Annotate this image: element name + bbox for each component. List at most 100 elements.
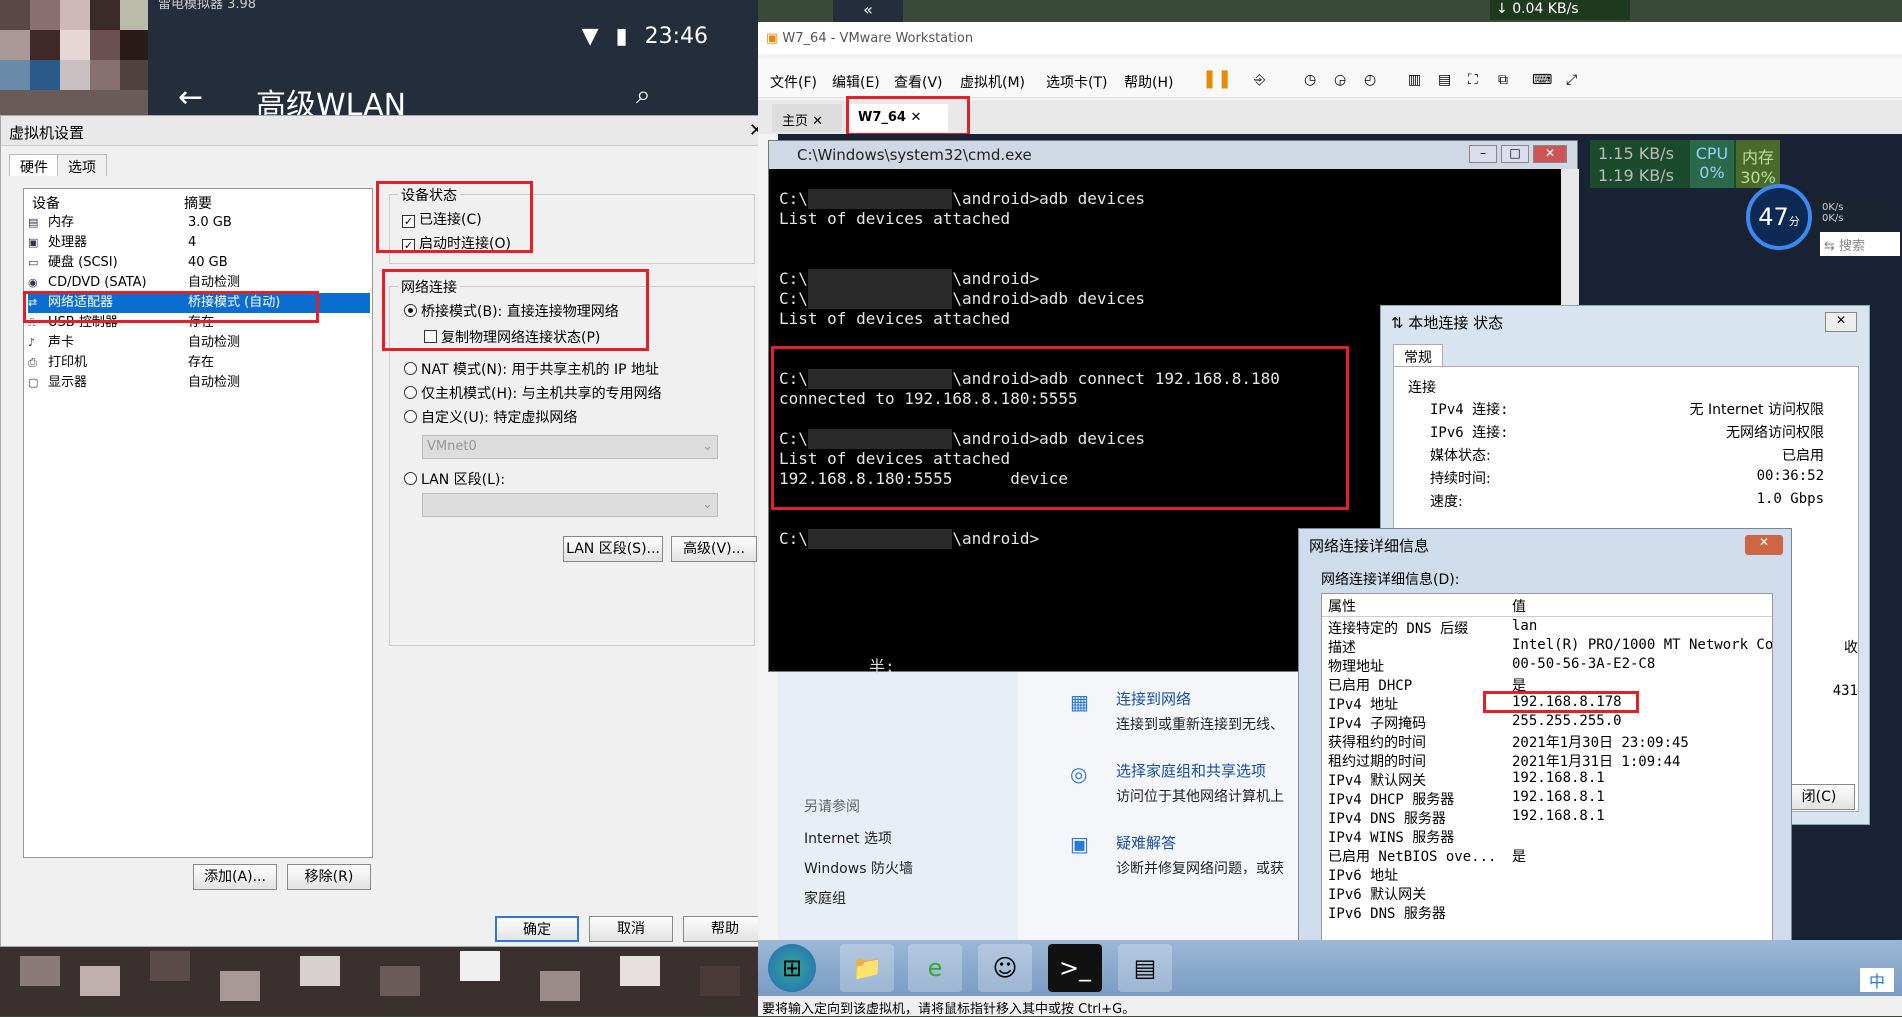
menu-file[interactable]: 文件(F) <box>770 72 817 92</box>
link-internet-options[interactable]: Internet 选项 <box>804 828 892 848</box>
device-row-sound[interactable]: ♪ 声卡 自动检测 <box>28 333 370 353</box>
snapshot-manager-icon[interactable]: ◴ <box>1364 72 1376 88</box>
close-button[interactable]: 闭(C) <box>1783 784 1855 810</box>
thumbnail-icon[interactable]: ▤ <box>1438 72 1451 88</box>
unity-icon[interactable]: ⧉ <box>1498 72 1508 88</box>
nat-radio[interactable]: NAT 模式(N): 用于共享主机的 IP 地址 <box>404 359 659 379</box>
device-row-network-selected[interactable]: ⇄ 网络适配器 桥接模式 (自动) <box>28 293 370 313</box>
lcs-title: 本地连接 状态 <box>1408 314 1504 332</box>
search-icon[interactable]: ⌕ <box>636 80 651 111</box>
device-row-cdrom[interactable]: ◉ CD/DVD (SATA) 自动检测 <box>28 273 370 293</box>
connected-checkbox[interactable]: ✓ 已连接(C) <box>402 209 482 229</box>
device-row-printer[interactable]: ⎙ 打印机 存在 <box>28 353 370 373</box>
detail-row[interactable]: IPv4 DNS 服务器 192.168.8.1 <box>1328 808 1605 828</box>
device-row-monitor[interactable]: ▢ 显示器 自动检测 <box>28 373 370 393</box>
app-robot-icon[interactable]: ☺ <box>978 944 1032 992</box>
detail-row[interactable]: IPv6 地址 <box>1328 865 1398 885</box>
link-firewall[interactable]: Windows 防火墙 <box>804 858 913 878</box>
close-icon[interactable]: ✕ <box>1533 145 1567 163</box>
network-taskbar-icon[interactable]: ▤ <box>1118 944 1172 992</box>
remove-button[interactable]: 移除(R) <box>287 864 371 890</box>
back-arrow-icon[interactable]: ← <box>178 80 203 115</box>
menu-view[interactable]: 查看(V) <box>894 72 943 92</box>
explorer-icon[interactable]: 📁 <box>840 944 894 992</box>
custom-label: 自定义(U): 特定虚拟网络 <box>421 410 578 426</box>
connect-on-start-checkbox[interactable]: ✓ 启动时连接(O) <box>402 233 511 253</box>
minimize-icon[interactable]: – <box>1469 145 1497 163</box>
stretch-icon[interactable]: ⤢ <box>1566 72 1577 88</box>
device-row-usb[interactable]: ⎍ USB 控制器 存在 <box>28 313 370 333</box>
homegroup-link[interactable]: 选择家庭组和共享选项 <box>1116 760 1266 781</box>
cancel-button[interactable]: 取消 <box>589 916 673 942</box>
tab-bar: 主页 ✕ W7_64 ✕ <box>758 100 1902 134</box>
detail-row[interactable]: 描述 Intel(R) PRO/1000 MT Network Conn <box>1328 637 1772 657</box>
replicate-checkbox[interactable]: 复制物理网络连接状态(P) <box>424 327 600 347</box>
cmd-titlebar: C:\Windows\system32\cmd.exe <box>769 141 1577 169</box>
device-row-memory[interactable]: ▤ 内存 3.0 GB <box>28 213 370 233</box>
score-gauge[interactable]: 47分 <box>1746 184 1812 250</box>
device-name: 处理器 <box>48 235 88 250</box>
cmd-taskbar-icon[interactable]: >_ <box>1048 944 1102 992</box>
detail-row[interactable]: 获得租约的时间 2021年1月30日 23:09:45 <box>1328 732 1689 752</box>
pause-icon[interactable]: ❚❚ <box>1202 68 1232 89</box>
detail-row[interactable]: IPv6 默认网关 <box>1328 884 1426 904</box>
close-icon[interactable]: ✕ <box>911 110 922 125</box>
detail-row[interactable]: 已启用 DHCP 是 <box>1328 675 1526 695</box>
close-icon[interactable]: ✕ <box>1745 535 1783 555</box>
add-button[interactable]: 添加(A)... <box>193 864 277 890</box>
tab-home[interactable]: 主页 ✕ <box>772 104 842 132</box>
detail-row[interactable]: IPv4 地址 192.168.8.178 <box>1328 694 1622 714</box>
detail-row[interactable]: 已启用 NetBIOS ove... 是 <box>1328 846 1526 866</box>
search-box[interactable]: ⇆ 搜索 <box>1820 232 1900 256</box>
menu-edit[interactable]: 编辑(E) <box>832 72 880 92</box>
detail-row[interactable]: 租约过期的时间 2021年1月31日 1:09:44 <box>1328 751 1680 771</box>
memory-label: 内存 <box>1741 148 1774 167</box>
detail-row[interactable]: IPv4 默认网关 192.168.8.1 <box>1328 770 1605 790</box>
troubleshoot-link[interactable]: 疑难解答 <box>1116 832 1176 853</box>
detail-row[interactable]: IPv4 WINS 服务器 <box>1328 827 1454 847</box>
menu-help[interactable]: 帮助(H) <box>1124 72 1173 92</box>
detail-row[interactable]: IPv4 DHCP 服务器 192.168.8.1 <box>1328 789 1605 809</box>
link-homegroup[interactable]: 家庭组 <box>804 888 846 908</box>
send-keys-icon[interactable]: ⎆ <box>1254 72 1265 88</box>
checkbox-checked-icon: ✓ <box>402 215 415 228</box>
device-row-cpu[interactable]: ▣ 处理器 4 <box>28 233 370 253</box>
fullscreen-icon[interactable]: ⛶ <box>1468 72 1478 88</box>
detail-row[interactable]: IPv4 子网掩码 255.255.255.0 <box>1328 713 1622 733</box>
ok-button[interactable]: 确定 <box>495 916 579 942</box>
detail-row[interactable]: 物理地址 00-50-56-3A-E2-C8 <box>1328 656 1655 676</box>
tab-hardware[interactable]: 硬件 <box>9 154 59 176</box>
menu-vm[interactable]: 虚拟机(M) <box>960 72 1025 92</box>
custom-radio[interactable]: 自定义(U): 特定虚拟网络 <box>404 407 577 427</box>
close-icon[interactable]: ✕ <box>812 114 823 129</box>
maximize-icon[interactable]: □ <box>1501 145 1529 163</box>
revert-snapshot-icon[interactable]: ◶ <box>1334 72 1346 88</box>
menu-tabs[interactable]: 选项卡(T) <box>1046 72 1107 92</box>
sidebar-toggle-icon[interactable]: ▥ <box>1408 72 1421 88</box>
start-button-icon[interactable]: ⊞ <box>768 944 816 992</box>
lan-dropdown[interactable]: ⌄ <box>422 493 718 517</box>
lan-radio[interactable]: LAN 区段(L): <box>404 469 505 489</box>
top-speed: ↓ 0.04 KB/s <box>1490 0 1630 20</box>
ime-button[interactable]: 中 <box>1860 968 1894 992</box>
tab-options[interactable]: 选项 <box>57 154 107 176</box>
detail-row[interactable]: 连接特定的 DNS 后缀 lan <box>1328 618 1537 638</box>
lan-segments-button[interactable]: LAN 区段(S)... <box>563 536 663 562</box>
vmnet-dropdown[interactable]: VMnet0 ⌄ <box>422 435 718 459</box>
hostonly-radio[interactable]: 仅主机模式(H): 与主机共享的专用网络 <box>404 383 662 403</box>
tab-vm[interactable]: W7_64 ✕ <box>848 104 948 132</box>
bridged-radio[interactable]: 桥接模式(B): 直接连接物理网络 <box>404 301 619 321</box>
console-icon[interactable]: ⌨ <box>1532 72 1552 88</box>
network-connection-group: 网络连接 桥接模式(B): 直接连接物理网络 复制物理网络连接状态(P) NAT… <box>389 277 755 646</box>
detail-row[interactable]: IPv6 DNS 服务器 <box>1328 903 1446 923</box>
browser-icon[interactable]: e <box>908 944 962 992</box>
device-row-harddisk[interactable]: ▭ 硬盘 (SCSI) 40 GB <box>28 253 370 273</box>
collapse-icon[interactable]: « <box>833 0 903 19</box>
connect-network-link[interactable]: 连接到网络 <box>1116 688 1191 709</box>
help-button[interactable]: 帮助 <box>683 916 767 942</box>
snapshot-icon[interactable]: ◷ <box>1304 72 1316 88</box>
close-icon[interactable]: ✕ <box>1825 312 1857 332</box>
advanced-button[interactable]: 高级(V)... <box>671 536 757 562</box>
detail-value: 是 <box>1512 678 1526 694</box>
details-list[interactable]: 属性 值 连接特定的 DNS 后缀 lan 描述 Intel(R) PRO/1000 … <box>1321 593 1773 953</box>
